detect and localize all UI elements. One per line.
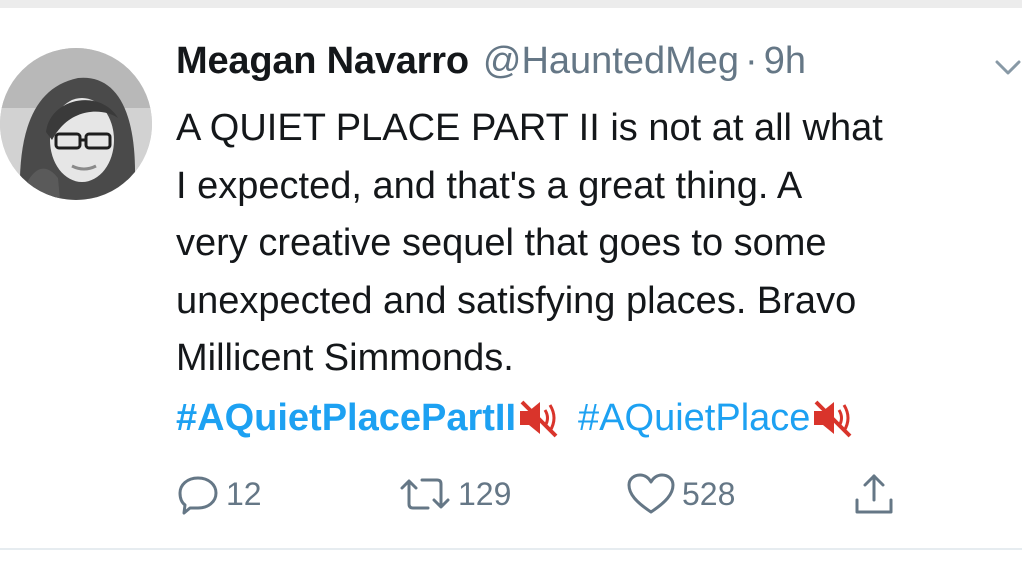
display-name[interactable]: Meagan Navarro — [176, 40, 469, 83]
tweet-text-line: Millicent Simmonds. — [176, 337, 514, 379]
tweet-text-line: very creative sequel that goes to some — [176, 222, 827, 264]
chevron-down-icon[interactable] — [994, 58, 1022, 78]
muted-speaker-icon — [810, 398, 854, 438]
tweet-text-line: I expected, and that's a great thing. A — [176, 164, 803, 207]
tweet-text: A QUIET PLACE PART II is not at all what… — [176, 100, 1016, 388]
avatar[interactable] — [0, 48, 152, 200]
reply-count: 12 — [226, 475, 262, 512]
tweet-actions: 12 129 528 — [176, 468, 916, 520]
reply-icon — [178, 476, 218, 515]
tweet-text-line: unexpected and satisfying places. Bravo — [176, 279, 857, 322]
reply-button[interactable]: 12 — [176, 468, 262, 520]
tweet-header: Meagan Navarro @HauntedMeg · 9h — [176, 40, 806, 96]
tweet-time[interactable]: 9h — [764, 40, 806, 83]
separator-dot: · — [745, 40, 758, 82]
share-button[interactable] — [852, 468, 896, 520]
hashtag-link[interactable]: #AQuietPlacePartII — [176, 397, 516, 440]
like-count: 528 — [682, 475, 736, 512]
retweet-count: 129 — [458, 475, 512, 512]
user-handle[interactable]: @HauntedMeg — [483, 40, 739, 83]
tweet-text-line: A QUIET PLACE PART II is not at all what — [176, 107, 883, 149]
share-icon — [855, 474, 893, 514]
tweet-view: Meagan Navarro @HauntedMeg · 9h A QUIET … — [0, 0, 1022, 574]
heart-icon — [627, 473, 675, 514]
like-button[interactable]: 528 — [626, 468, 735, 520]
muted-speaker-icon — [516, 398, 560, 438]
bottom-divider — [0, 548, 1022, 550]
retweet-button[interactable]: 129 — [398, 468, 511, 520]
top-divider — [0, 0, 1022, 8]
hashtag-link[interactable]: #AQuietPlace — [578, 397, 810, 440]
hashtag-row: #AQuietPlacePartII #AQuietPlace — [176, 388, 854, 448]
retweet-icon — [400, 478, 450, 510]
